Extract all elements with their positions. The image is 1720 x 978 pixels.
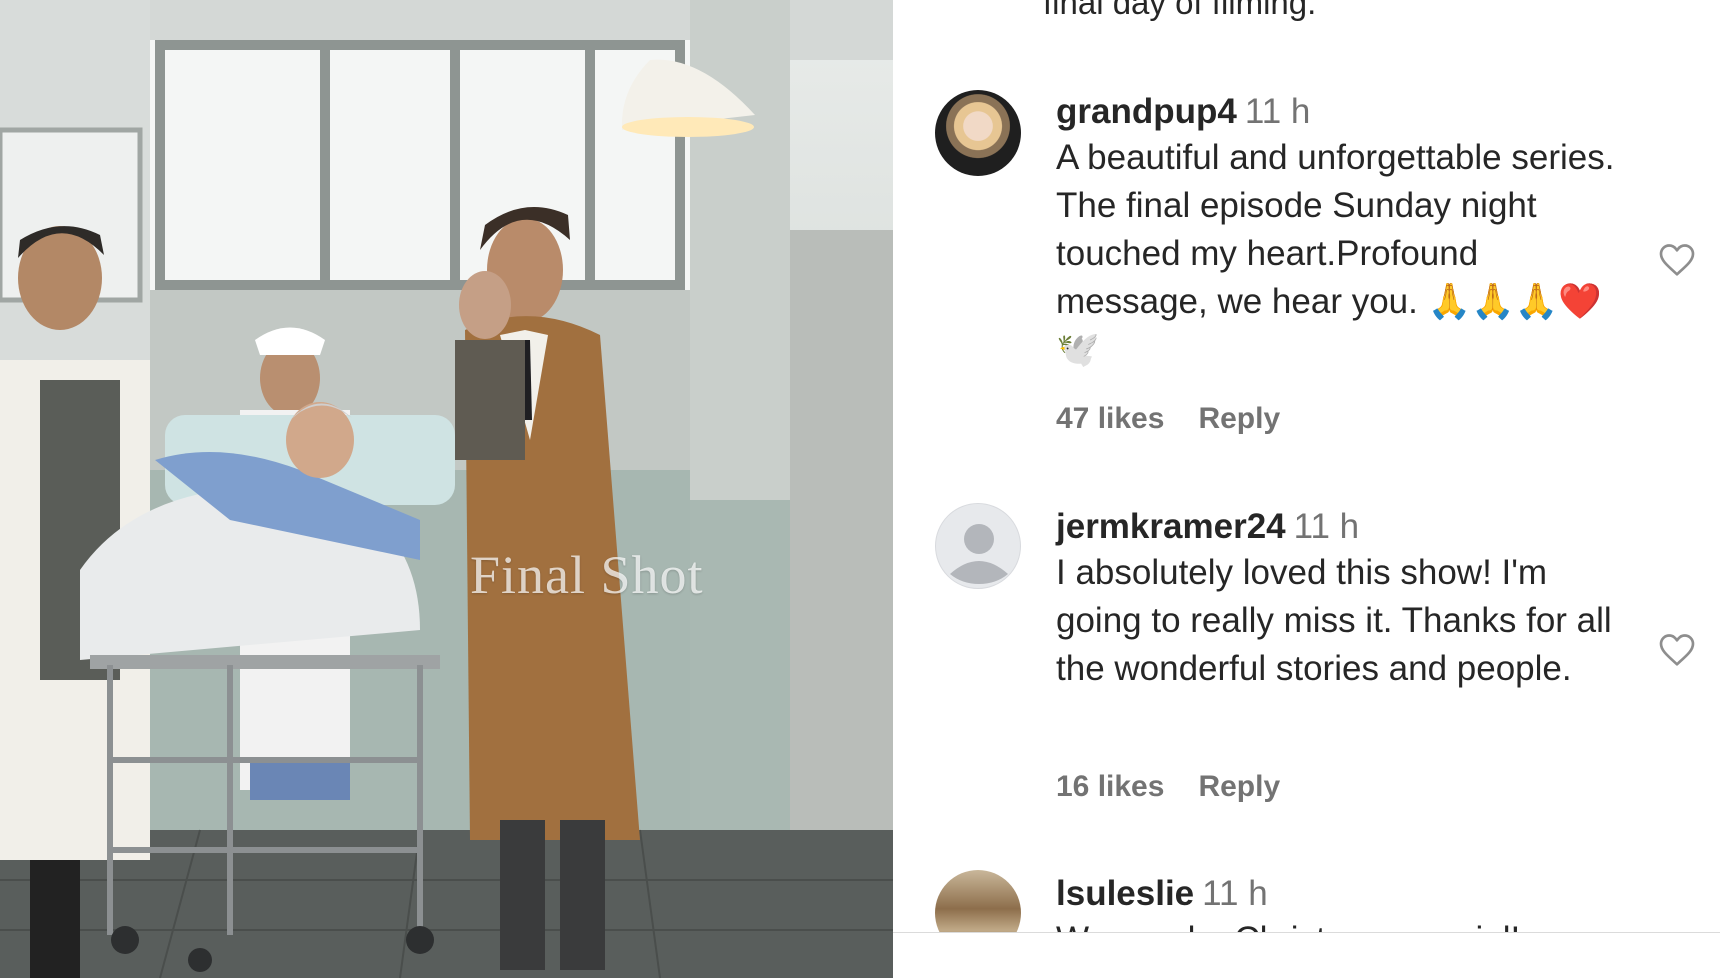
like-comment-button[interactable] (1656, 630, 1698, 670)
avatar[interactable] (935, 90, 1021, 176)
comment-text: A beautiful and unforgettable series. Th… (1056, 138, 1615, 369)
reply-button[interactable]: Reply (1198, 770, 1280, 803)
heart-outline-icon (1659, 634, 1695, 666)
comment-username[interactable]: lsuleslie (1056, 874, 1194, 913)
comment-meta: 47 likes Reply (1056, 402, 1280, 436)
comment-username[interactable]: jermkramer24 (1056, 507, 1286, 546)
comment-timestamp[interactable]: 11 h (1245, 92, 1311, 131)
post-media[interactable]: Final Shot (0, 0, 893, 978)
comment-body: jermkramer24 11 h I absolutely loved this… (1056, 505, 1616, 693)
comment-timestamp[interactable]: 11 h (1202, 874, 1268, 913)
avatar[interactable] (935, 503, 1021, 589)
video-watermark: Final Shot (470, 545, 704, 605)
comment-username[interactable]: grandpup4 (1056, 92, 1237, 131)
comment-header: jermkramer24 11 h (1056, 505, 1616, 549)
reply-button[interactable]: Reply (1198, 402, 1280, 435)
like-comment-button[interactable] (1656, 240, 1698, 280)
comment-header: lsuleslie 11 h (1056, 872, 1616, 916)
heart-outline-icon (1659, 244, 1695, 276)
comment-likes-count[interactable]: 47 likes (1056, 402, 1164, 435)
comment-header: grandpup4 11 h (1056, 90, 1616, 134)
comments-panel[interactable]: final day of filming. grandpup4 11 h A be… (893, 0, 1720, 978)
hospital-scene-image (0, 0, 893, 978)
comments-bottom-edge (893, 932, 1720, 978)
caption-text: final day of filming. (1043, 0, 1317, 21)
comment-meta: 16 likes Reply (1056, 770, 1280, 804)
comment-likes-count[interactable]: 16 likes (1056, 770, 1164, 803)
person-silhouette-icon (950, 524, 1008, 584)
comment-body: grandpup4 11 h A beautiful and unforgetta… (1056, 90, 1616, 374)
comment-timestamp[interactable]: 11 h (1294, 507, 1360, 546)
comment-text: I absolutely loved this show! I'm going … (1056, 553, 1612, 688)
